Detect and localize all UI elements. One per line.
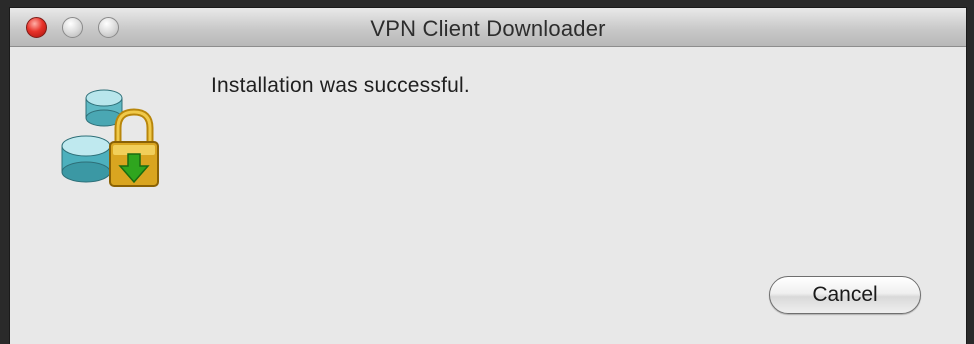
dialog-window: VPN Client Downloader Installation was s… (10, 8, 966, 344)
window-title: VPN Client Downloader (370, 16, 606, 41)
cancel-button[interactable]: Cancel (769, 276, 921, 314)
title-bar[interactable]: VPN Client Downloader (10, 8, 966, 47)
status-message: Installation was successful. (211, 74, 470, 97)
vpn-installer-lock-icon (61, 89, 159, 187)
